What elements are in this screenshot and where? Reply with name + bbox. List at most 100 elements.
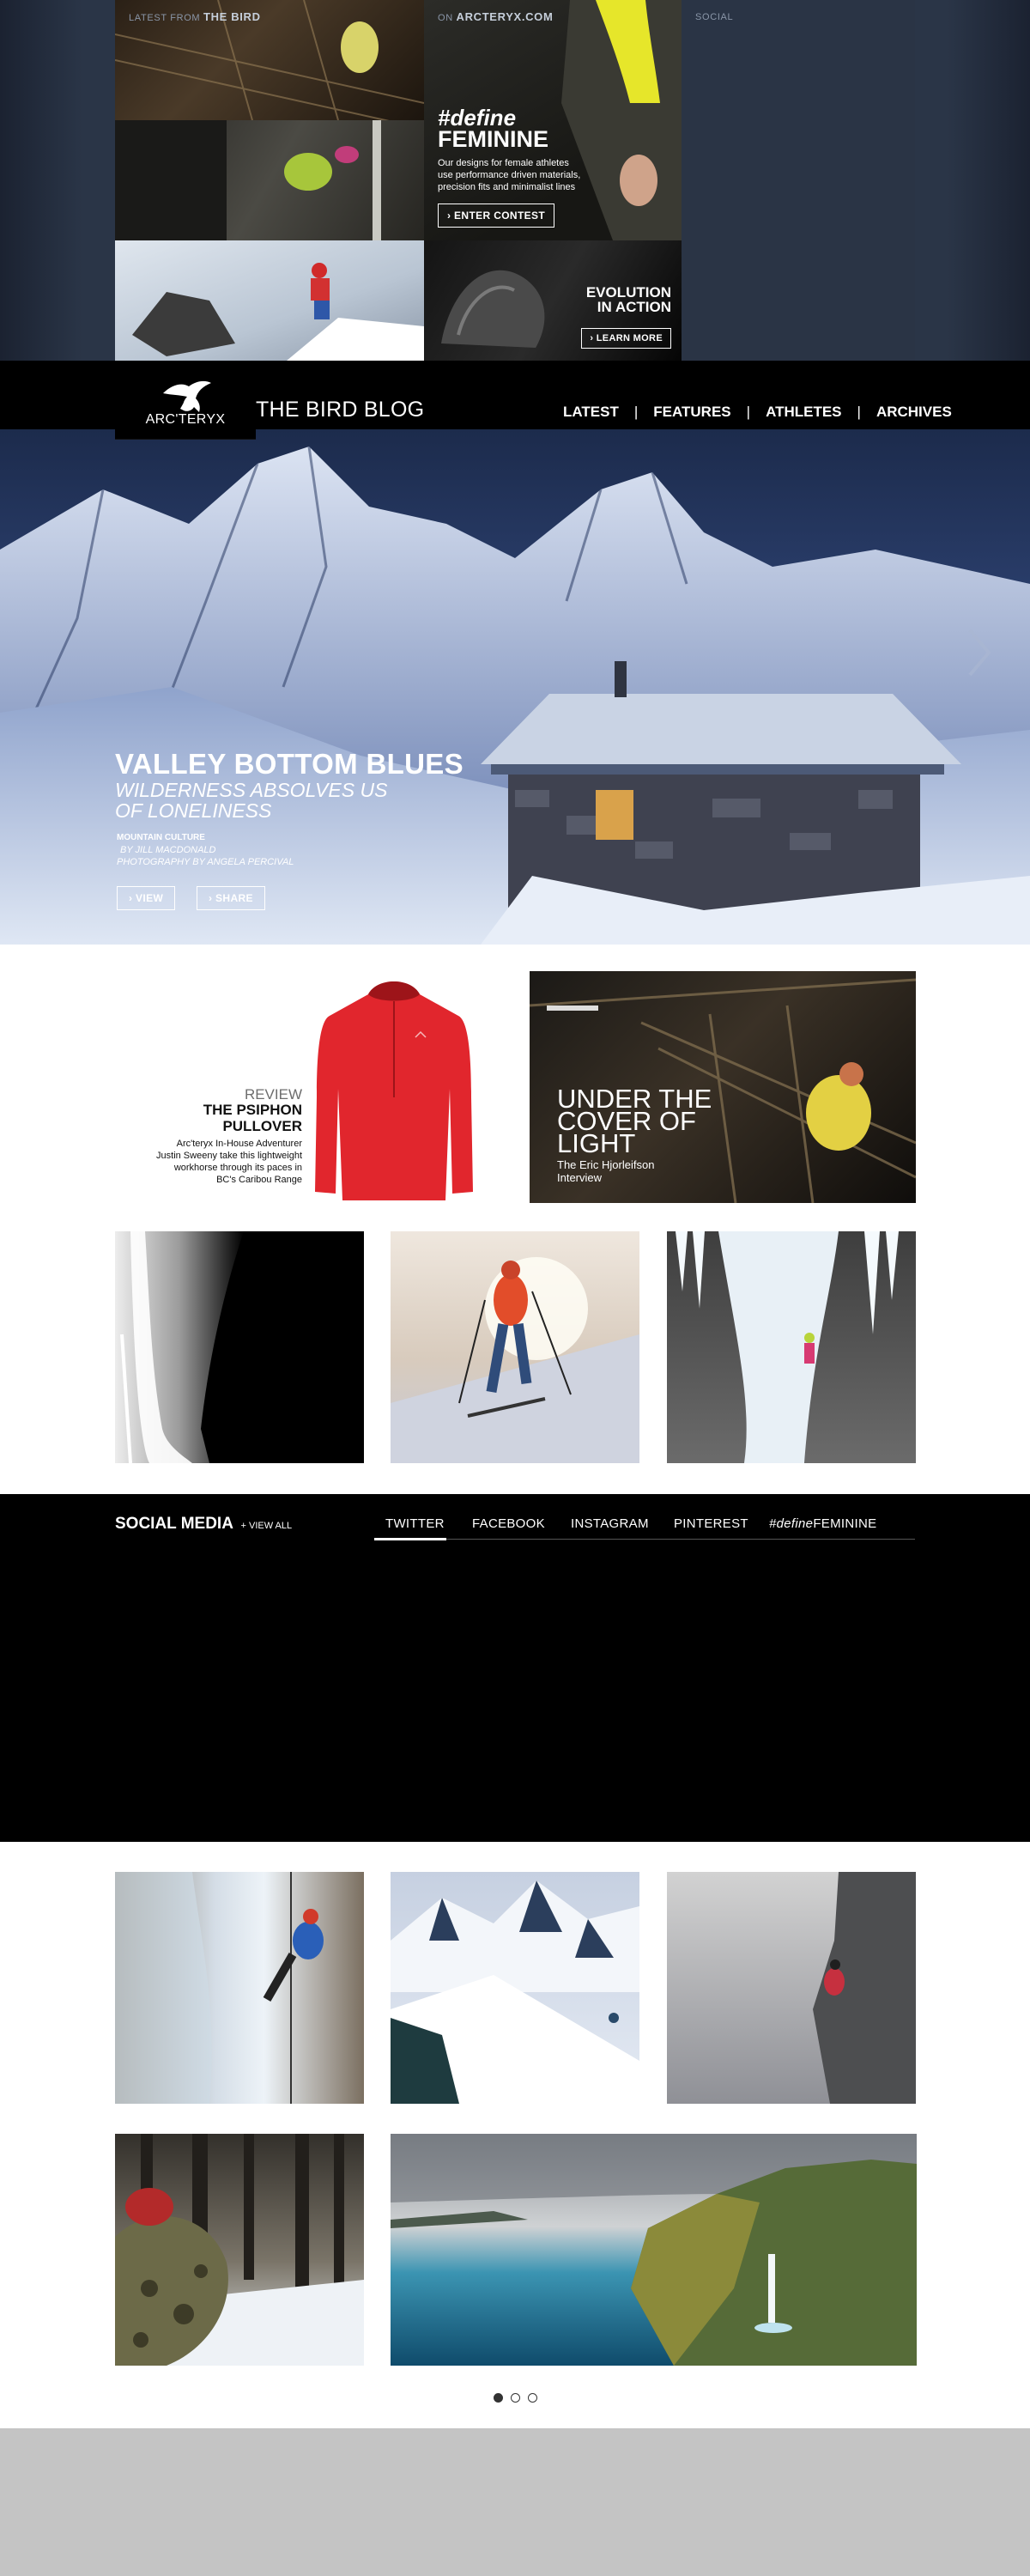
psiphon-pullover-image [315,981,473,1200]
promo-body-line: Our designs for female athletes [438,158,569,168]
ice-climber-image [676,1231,899,1463]
nav-separator: | [633,404,639,420]
ski-peaks-image [391,1880,639,2104]
social-heading-text: SOCIAL MEDIA [115,1515,233,1533]
evolution-title: EVOLUTION IN ACTION [586,285,671,314]
tab-twitter[interactable]: TWITTER [385,1516,445,1531]
review-body: Arc'teryx In-House Adventurer Justin Swe… [96,1138,302,1186]
nav-features[interactable]: FEATURES [653,404,730,421]
social-column: SOCIAL [682,0,915,361]
gallery-forest-photographer[interactable] [115,2134,364,2366]
enter-contest-button[interactable]: › ENTER CONTEST [438,204,555,228]
feature-subtitle-line: Interview [557,1171,603,1184]
nav-archives[interactable]: ARCHIVES [876,404,952,421]
feature-subtitle: The Eric Hjorleifson Interview [557,1158,654,1184]
hero-share-button[interactable]: › SHARE [197,886,265,910]
thumb-xray[interactable] [115,1231,364,1463]
review-body-line: BC's Caribou Range [216,1175,302,1185]
on-arcteryx-prefix: ON [438,13,453,23]
learn-more-button[interactable]: › LEARN MORE [581,328,671,349]
latest-from-bird-column: LATEST FROM THE BIRD [115,0,424,361]
main-nav: LATEST | FEATURES | ATHLETES | ARCHIVES [563,404,952,421]
review-body-line: workhorse through its paces in [173,1163,302,1173]
social-heading: SOCIAL MEDIA + VIEW ALL [115,1515,292,1534]
gallery-ice-column[interactable] [115,1872,364,2104]
latest-tile-3[interactable] [115,240,424,361]
nav-separator: | [746,404,751,420]
review-title-line[interactable]: PULLOVER [96,1118,302,1134]
gallery-faroe-waterfall[interactable] [391,2134,917,2366]
social-active-tab-indicator [374,1538,446,1540]
tab-pinterest[interactable]: PINTEREST [674,1516,748,1531]
hero-view-button[interactable]: › VIEW [117,886,176,910]
latest-tile-3-image [132,263,424,361]
coastal-waterfall-image [391,2134,917,2366]
forest-photographer-image [115,2134,364,2366]
on-arcteryx-strong[interactable]: ARCTERYX.COM [457,10,554,23]
pagination-dot[interactable] [511,2393,520,2403]
hero-mountain-cabin-image [0,446,1030,945]
social-media-section [0,1494,1030,1842]
nav-latest[interactable]: LATEST [563,404,619,421]
latest-from-prefix: LATEST FROM [129,13,201,23]
on-arcteryx-label: ON ARCTERYX.COM [438,10,553,23]
latest-tile-2-image [115,120,381,240]
hero-subtitle: WILDERNESS ABSOLVES US OF LONELINESS [115,780,387,821]
brand-wordmark: ARC'TERYX [145,412,226,427]
pagination-dot[interactable] [528,2393,537,2403]
thumb-ski-sunset[interactable] [391,1231,639,1463]
hero-byline: BY JILL MACDONALD [120,845,216,855]
cliff-climber-image [813,1872,916,2104]
top-promo-strip: LATEST FROM THE BIRD #define FEMININE Ou… [0,0,1030,361]
latest-from-strong[interactable]: THE BIRD [203,10,261,23]
gallery-ski-peaks[interactable] [391,1872,639,2104]
review-kicker: REVIEW [244,1086,302,1103]
on-arcteryx-column: #define FEMININE Our designs for female … [424,0,682,361]
tab-define-suffix: FEMININE [813,1516,877,1531]
review-body-line: Justin Sweeny take this lightweight [156,1151,302,1161]
latest-from-label: LATEST FROM THE BIRD [129,10,261,23]
pagination-dot-active[interactable] [494,2393,503,2403]
hero-photo-credit: PHOTOGRAPHY BY ANGELA PERCIVAL [117,857,294,867]
gallery-cliff-climb[interactable] [667,1872,916,2104]
social-label: SOCIAL [695,12,734,22]
ice-column-climber-image [115,1872,324,2104]
tab-define-prefix: #define [769,1516,814,1531]
feature-card[interactable]: UNDER THE COVER OF LIGHT The Eric Hjorle… [530,971,916,1203]
promo-body: Our designs for female athletes use perf… [438,157,580,193]
hero-subtitle-line: WILDERNESS ABSOLVES US [115,779,388,801]
tab-define-feminine[interactable]: #defineFEMININE [769,1516,876,1531]
xray-leg-image [115,1231,244,1463]
tab-instagram[interactable]: INSTAGRAM [571,1516,649,1531]
hero-next-arrow[interactable] [965,627,994,678]
review-body-line: Arc'teryx In-House Adventurer [176,1139,302,1149]
promo-body-line: precision fits and minimalist lines [438,182,576,192]
hero-banner[interactable]: VALLEY BOTTOM BLUES WILDERNESS ABSOLVES … [0,429,1030,945]
tab-facebook[interactable]: FACEBOOK [472,1516,545,1531]
chevron-right-icon [968,629,991,677]
latest-tile-2[interactable] [115,120,424,240]
review-text: REVIEW THE PSIPHON PULLOVER Arc'teryx In… [96,1087,302,1186]
review-title-line[interactable]: THE PSIPHON [96,1103,302,1118]
brand-logo[interactable]: ARC'TERYX [115,361,256,440]
evolution-title-line: IN ACTION [597,299,671,315]
feature-title: UNDER THE COVER OF LIGHT [557,1085,712,1157]
blog-title[interactable]: THE BIRD BLOG [256,397,424,422]
social-view-all-link[interactable]: + VIEW ALL [241,1521,293,1531]
define-feminine-promo[interactable]: #define FEMININE Our designs for female … [424,0,682,240]
promo-title: FEMININE [438,126,549,152]
evolution-title-line: EVOLUTION [585,284,671,301]
hero-subtitle-line: OF LONELINESS [115,799,272,822]
nav-athletes[interactable]: ATHLETES [766,404,841,421]
thumb-ice-climb[interactable] [667,1231,916,1463]
skier-sunset-image [391,1257,639,1463]
evolution-promo[interactable]: EVOLUTION IN ACTION › LEARN MORE [424,240,682,361]
footer [0,2428,1030,2576]
social-tabs-divider [374,1539,915,1540]
nav-separator: | [857,404,861,420]
review-card[interactable]: REVIEW THE PSIPHON PULLOVER Arc'teryx In… [115,972,501,1204]
hero-category[interactable]: MOUNTAIN CULTURE [117,833,205,842]
promo-body-line: use performance driven materials, [438,170,581,180]
hero-title[interactable]: VALLEY BOTTOM BLUES [115,749,464,780]
feature-subtitle-line: The Eric Hjorleifson [557,1158,655,1171]
